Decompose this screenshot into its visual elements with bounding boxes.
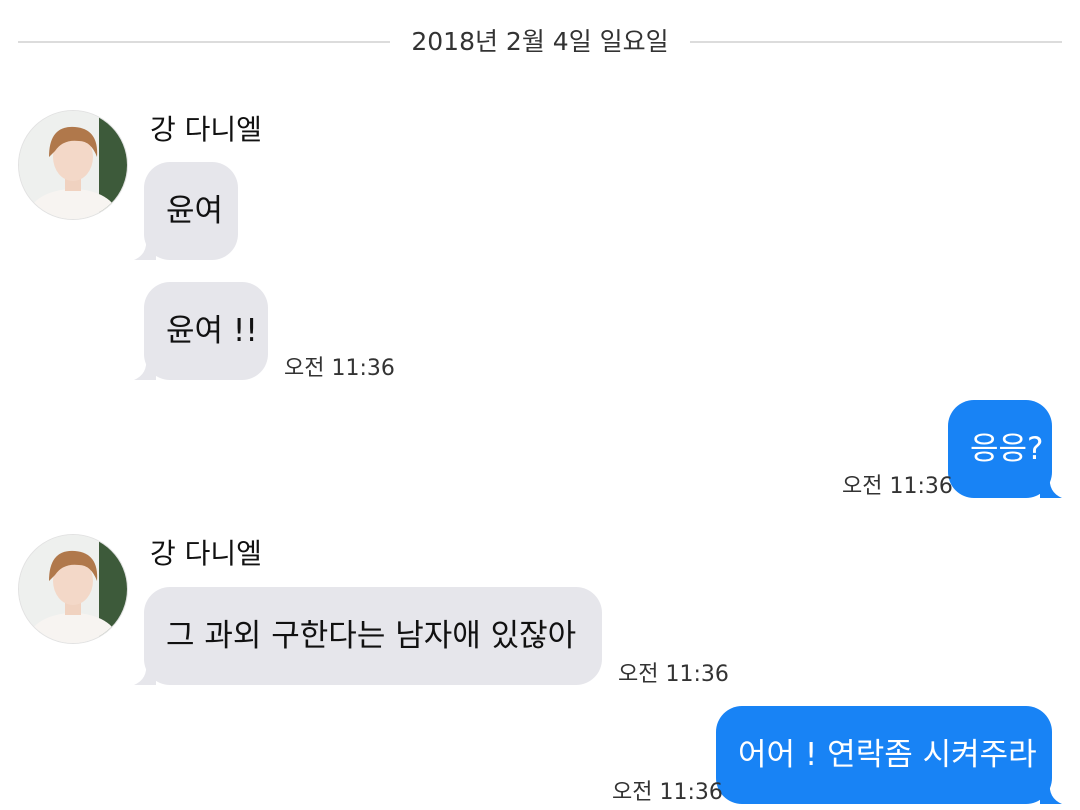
bubble-tail-icon [1040,476,1062,498]
message-text: 그 과외 구한다는 남자애 있잖아 [166,618,577,654]
sender-avatar[interactable] [18,110,128,220]
sender-name: 강 다니엘 [150,537,262,570]
message-timestamp: 오전 11:36 [284,356,395,381]
message-timestamp: 오전 11:36 [612,780,723,805]
bubble-tail-icon [1040,782,1062,804]
date-label: 2018년 2월 4일 일요일 [411,27,669,56]
sender-avatar[interactable] [18,534,128,644]
divider-line-left [18,41,390,43]
message-bubble-incoming[interactable]: 그 과외 구한다는 남자애 있잖아 [134,587,602,685]
bubble-tail-icon [134,238,156,260]
message-text: 윤여 !! [166,313,258,349]
message-text: 윤여 [166,193,224,229]
message-text: 응응? [970,431,1044,467]
message-timestamp: 오전 11:36 [618,662,729,687]
sender-name: 강 다니엘 [150,113,262,146]
message-bubble-outgoing[interactable]: 어어 ! 연락좀 시켜주라 [716,706,1062,804]
message-bubble-incoming[interactable]: 윤여 [134,162,238,260]
profile-photo-icon [19,535,127,643]
bubble-tail-icon [134,358,156,380]
bubble-tail-icon [134,663,156,685]
profile-photo-icon [19,111,127,219]
divider-line-right [690,41,1062,43]
date-divider: 2018년 2월 4일 일요일 [0,20,1080,64]
message-timestamp: 오전 11:36 [842,474,953,499]
message-bubble-incoming[interactable]: 윤여 !! [134,282,268,380]
message-text: 어어 ! 연락좀 시켜주라 [738,737,1037,773]
message-bubble-outgoing[interactable]: 응응? [948,400,1062,498]
